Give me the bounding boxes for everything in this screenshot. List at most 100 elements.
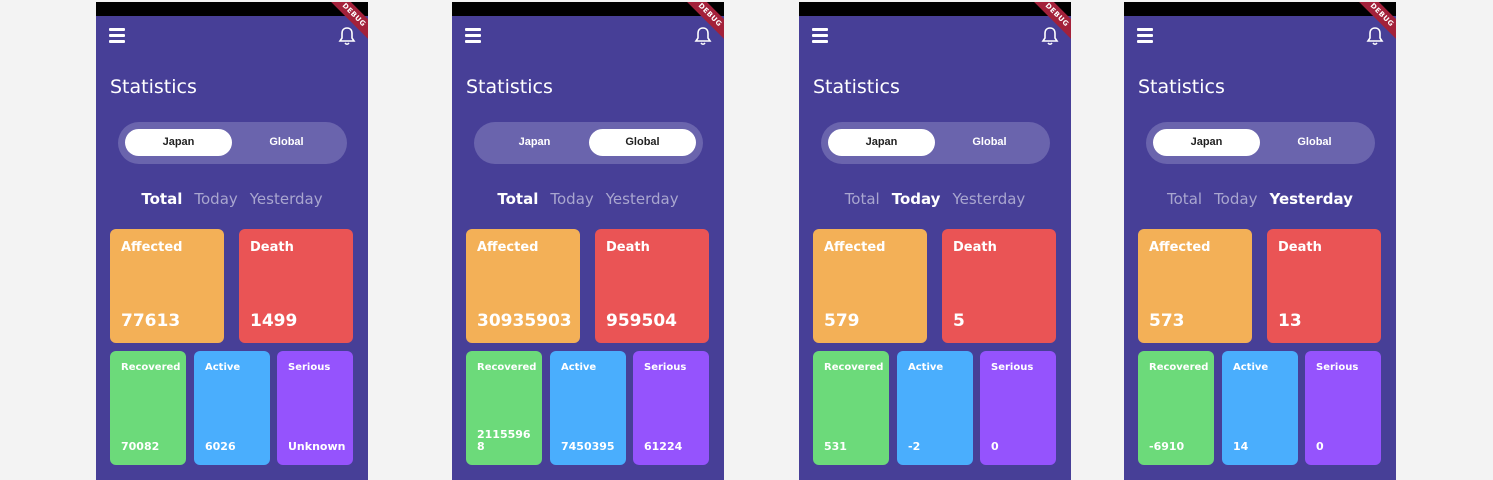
death-label: Death <box>1278 240 1322 255</box>
serious-value: 0 <box>1316 440 1324 454</box>
death-card: Death 959504 <box>595 229 709 343</box>
active-value: 14 <box>1233 440 1249 454</box>
status-bar <box>1124 2 1396 16</box>
status-bar <box>799 2 1071 16</box>
death-value: 1499 <box>250 311 298 332</box>
page-title: Statistics <box>110 76 197 98</box>
death-label: Death <box>250 240 294 255</box>
recovered-value: 70082 <box>121 440 160 454</box>
menu-icon[interactable] <box>109 28 125 43</box>
phone-screen-2: DEBUG Statistics Japan Global Total Today… <box>452 2 724 480</box>
affected-card: Affected 573 <box>1138 229 1252 343</box>
affected-label: Affected <box>824 240 886 255</box>
toggle-japan[interactable]: Japan <box>481 129 588 156</box>
tab-yesterday[interactable]: Yesterday <box>952 190 1025 208</box>
active-value: 6026 <box>205 440 236 454</box>
death-card: Death 1499 <box>239 229 353 343</box>
affected-value: 77613 <box>121 311 181 332</box>
recovered-value: 531 <box>824 440 847 454</box>
affected-card: Affected 30935903 <box>466 229 580 343</box>
period-tabs: Total Today Yesterday <box>96 190 368 208</box>
serious-label: Serious <box>644 362 687 373</box>
phone-screen-1: DEBUG Statistics Japan Global Total Today… <box>96 2 368 480</box>
death-value: 5 <box>953 311 965 332</box>
recovered-card: Recovered 21155968 <box>466 351 542 465</box>
menu-icon[interactable] <box>812 28 828 43</box>
page-title: Statistics <box>466 76 553 98</box>
bell-icon[interactable] <box>338 26 356 46</box>
status-bar <box>452 2 724 16</box>
active-card: Active -2 <box>897 351 973 465</box>
status-bar <box>96 2 368 16</box>
tab-today[interactable]: Today <box>892 190 941 208</box>
affected-card: Affected 77613 <box>110 229 224 343</box>
region-toggle: Japan Global <box>118 122 347 164</box>
active-value: 7450395 <box>561 440 615 454</box>
toggle-global[interactable]: Global <box>936 129 1043 156</box>
phone-screen-3: DEBUG Statistics Japan Global Total Today… <box>799 2 1071 480</box>
page-title: Statistics <box>1138 76 1225 98</box>
active-value: -2 <box>908 440 921 454</box>
serious-card: Serious 61224 <box>633 351 709 465</box>
serious-label: Serious <box>1316 362 1359 373</box>
period-tabs: Total Today Yesterday <box>799 190 1071 208</box>
recovered-card: Recovered -6910 <box>1138 351 1214 465</box>
tab-total[interactable]: Total <box>845 190 880 208</box>
recovered-label: Recovered <box>1149 362 1209 373</box>
bell-icon[interactable] <box>1041 26 1059 46</box>
recovered-card: Recovered 70082 <box>110 351 186 465</box>
phone-screen-4: DEBUG Statistics Japan Global Total Today… <box>1124 2 1396 480</box>
death-card: Death 13 <box>1267 229 1381 343</box>
affected-value: 573 <box>1149 311 1185 332</box>
serious-value: 61224 <box>644 440 683 454</box>
bell-icon[interactable] <box>694 26 712 46</box>
page-title: Statistics <box>813 76 900 98</box>
tab-yesterday[interactable]: Yesterday <box>606 190 679 208</box>
serious-label: Serious <box>991 362 1034 373</box>
toggle-japan[interactable]: Japan <box>125 129 232 156</box>
tab-yesterday[interactable]: Yesterday <box>250 190 323 208</box>
serious-value: Unknown <box>288 440 346 454</box>
recovered-card: Recovered 531 <box>813 351 889 465</box>
serious-card: Serious Unknown <box>277 351 353 465</box>
toggle-global[interactable]: Global <box>589 129 696 156</box>
region-toggle: Japan Global <box>1146 122 1375 164</box>
recovered-value: 21155968 <box>477 427 531 454</box>
toggle-japan[interactable]: Japan <box>828 129 935 156</box>
region-toggle: Japan Global <box>821 122 1050 164</box>
toggle-global[interactable]: Global <box>1261 129 1368 156</box>
death-value: 13 <box>1278 311 1302 332</box>
serious-label: Serious <box>288 362 331 373</box>
recovered-label: Recovered <box>824 362 884 373</box>
tab-today[interactable]: Today <box>550 190 593 208</box>
active-label: Active <box>908 362 944 373</box>
recovered-label: Recovered <box>477 362 537 373</box>
period-tabs: Total Today Yesterday <box>452 190 724 208</box>
affected-value: 30935903 <box>477 311 572 332</box>
active-card: Active 6026 <box>194 351 270 465</box>
serious-card: Serious 0 <box>980 351 1056 465</box>
toggle-japan[interactable]: Japan <box>1153 129 1260 156</box>
tab-total[interactable]: Total <box>141 190 182 208</box>
period-tabs: Total Today Yesterday <box>1124 190 1396 208</box>
menu-icon[interactable] <box>1137 28 1153 43</box>
death-label: Death <box>606 240 650 255</box>
tab-total[interactable]: Total <box>497 190 538 208</box>
affected-label: Affected <box>121 240 183 255</box>
recovered-value: -6910 <box>1149 440 1185 454</box>
menu-icon[interactable] <box>465 28 481 43</box>
death-value: 959504 <box>606 311 677 332</box>
active-label: Active <box>1233 362 1269 373</box>
active-card: Active 14 <box>1222 351 1298 465</box>
tab-today[interactable]: Today <box>194 190 237 208</box>
region-toggle: Japan Global <box>474 122 703 164</box>
tab-total[interactable]: Total <box>1167 190 1202 208</box>
toggle-global[interactable]: Global <box>233 129 340 156</box>
active-label: Active <box>561 362 597 373</box>
tab-today[interactable]: Today <box>1214 190 1257 208</box>
tab-yesterday[interactable]: Yesterday <box>1269 190 1353 208</box>
serious-card: Serious 0 <box>1305 351 1381 465</box>
affected-label: Affected <box>477 240 539 255</box>
death-label: Death <box>953 240 997 255</box>
bell-icon[interactable] <box>1366 26 1384 46</box>
